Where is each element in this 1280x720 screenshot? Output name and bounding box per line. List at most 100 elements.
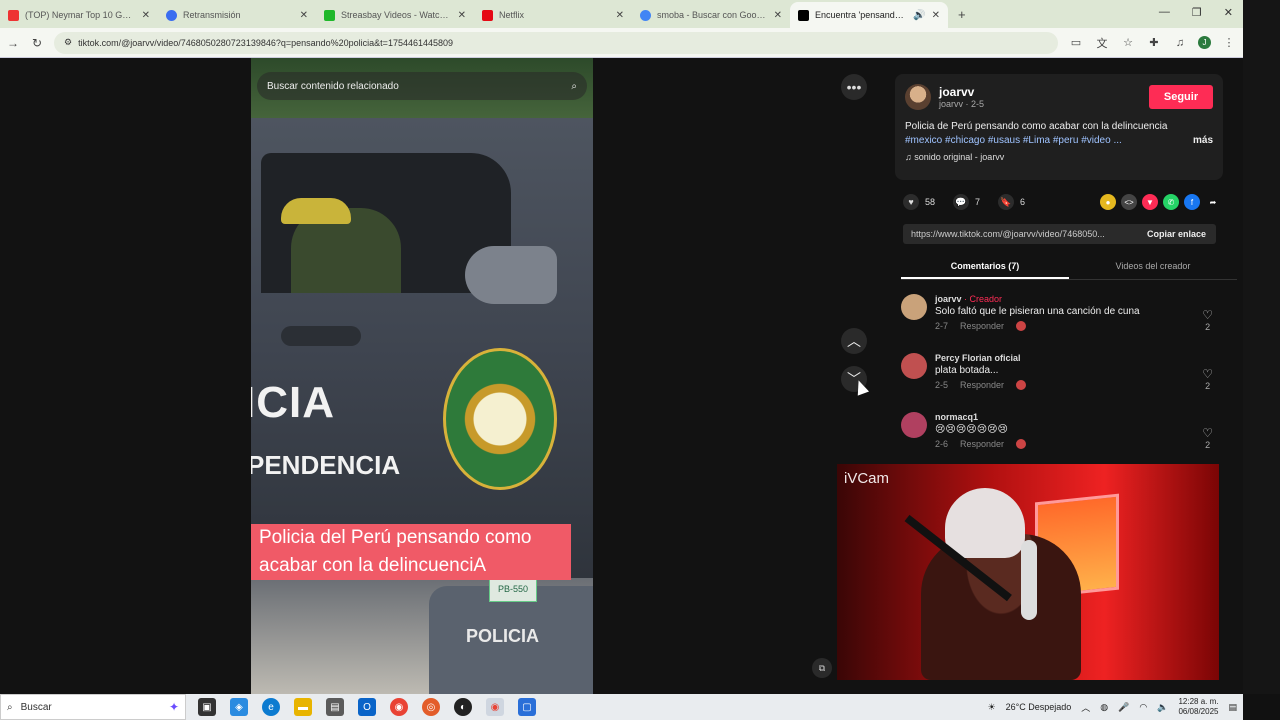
cast-icon[interactable]: ▭ xyxy=(1068,36,1084,49)
comment-text: 😢😢😢😢😢😢😢 xyxy=(935,424,1008,435)
facebook-icon[interactable]: f xyxy=(1184,194,1200,210)
browser-tab-5[interactable]: smoba - Buscar con Google ✕ xyxy=(632,2,790,28)
volume-icon[interactable]: 🔈 xyxy=(1157,702,1168,713)
file-explorer-icon[interactable]: ▬ xyxy=(294,698,312,716)
obs-icon[interactable]: ◐ xyxy=(454,698,472,716)
search-icon[interactable]: ⌕ xyxy=(571,81,577,92)
commenter-name[interactable]: Percy Florian oficial xyxy=(935,353,1021,363)
video-officer-cap xyxy=(281,198,351,224)
store-icon[interactable]: ▤ xyxy=(326,698,344,716)
tab-comments[interactable]: Comentarios (7) xyxy=(901,254,1069,279)
chrome-active-icon[interactable]: ◉ xyxy=(486,698,504,716)
browser-tab-4[interactable]: Netflix ✕ xyxy=(474,2,632,28)
minimize-icon[interactable]: — xyxy=(1159,6,1170,19)
close-tab-icon[interactable]: ✕ xyxy=(616,10,624,21)
reload-icon[interactable]: ↻ xyxy=(30,36,44,50)
comment-icon[interactable]: 💬 xyxy=(953,194,970,210)
browser-tab-6[interactable]: Encuentra 'pensando policia' 🔊 ✕ xyxy=(790,2,948,28)
commenter-name[interactable]: normacq1 xyxy=(935,412,978,422)
screen-edge xyxy=(1243,0,1280,694)
browser-tab-1[interactable]: (TOP) Neymar Top 10 Goals That... ✕ xyxy=(0,2,158,28)
related-search-input[interactable]: Buscar contenido relacionado ⌕ xyxy=(257,72,587,100)
commenter-avatar[interactable] xyxy=(901,412,927,438)
site-info-icon[interactable]: ⚙ xyxy=(64,37,72,48)
creator-avatar[interactable] xyxy=(905,84,931,110)
share-buttons: ● <> ▼ ✆ f ➦ xyxy=(1100,194,1221,210)
coin-icon[interactable]: ● xyxy=(1100,194,1116,210)
copilot-app-icon[interactable]: ◈ xyxy=(230,698,248,716)
edge-icon[interactable]: e xyxy=(262,698,280,716)
more-options-button[interactable]: ••• xyxy=(841,74,867,100)
close-tab-icon[interactable]: ✕ xyxy=(458,10,466,21)
comment-like[interactable]: ♡ 2 xyxy=(1202,308,1213,332)
outlook-icon[interactable]: O xyxy=(358,698,376,716)
close-window-icon[interactable]: ✕ xyxy=(1224,6,1233,19)
browser-tab-2[interactable]: Retransmisión ✕ xyxy=(158,2,316,28)
profile-avatar[interactable]: J xyxy=(1198,36,1211,49)
close-tab-icon[interactable]: ✕ xyxy=(932,10,940,21)
creator-username[interactable]: joarvv xyxy=(939,85,984,99)
close-tab-icon[interactable]: ✕ xyxy=(300,10,308,21)
tab-title: Retransmisión xyxy=(183,10,241,20)
tray-overflow-icon[interactable]: ︿ xyxy=(1081,701,1090,714)
media-control-icon[interactable]: ♫ xyxy=(1172,37,1188,49)
post-hashtags[interactable]: #mexico #chicago #usaus #Lima #peru #vid… xyxy=(905,134,1122,148)
bookmark-star-icon[interactable]: ☆ xyxy=(1120,36,1136,49)
sound-row[interactable]: ♫ sonido original - joarvv xyxy=(905,152,1213,162)
commenter-avatar[interactable] xyxy=(901,353,927,379)
forward-icon[interactable]: → xyxy=(6,36,20,50)
close-tab-icon[interactable]: ✕ xyxy=(142,10,150,21)
commenter-avatar[interactable] xyxy=(901,294,927,320)
speaker-icon[interactable]: 🔊 xyxy=(913,10,925,21)
weather-icon: ☀ xyxy=(987,701,996,712)
url-field[interactable]: ⚙ tiktok.com/@joarvv/video/7468050280723… xyxy=(54,31,1058,54)
camera-icon[interactable]: ◍ xyxy=(1100,702,1108,713)
share-arrow-icon[interactable]: ➦ xyxy=(1205,194,1221,210)
wifi-icon[interactable]: ◠ xyxy=(1139,702,1147,713)
reply-button[interactable]: Responder xyxy=(960,380,1004,390)
video-link[interactable]: https://www.tiktok.com/@joarvv/video/746… xyxy=(911,229,1137,239)
translate-icon[interactable]: 文 xyxy=(1094,35,1110,51)
task-view-icon[interactable]: ▣ xyxy=(198,698,216,716)
embed-icon[interactable]: <> xyxy=(1121,194,1137,210)
whatsapp-icon[interactable]: ✆ xyxy=(1163,194,1179,210)
comment-like[interactable]: ♡ 2 xyxy=(1202,426,1213,450)
browser-tab-3[interactable]: Streasbay Videos - Watch Onli... ✕ xyxy=(316,2,474,28)
extensions-icon[interactable]: ✚ xyxy=(1146,36,1162,49)
google-icon xyxy=(640,9,651,21)
weather-text[interactable]: 26°C Despejado xyxy=(1006,702,1072,712)
comment-like[interactable]: ♡ 2 xyxy=(1202,367,1213,391)
close-tab-icon[interactable]: ✕ xyxy=(774,10,782,21)
address-bar-row: → ↻ ⚙ tiktok.com/@joarvv/video/746805028… xyxy=(0,28,1243,58)
previous-video-button[interactable]: ︿ xyxy=(841,328,867,354)
copilot-icon[interactable]: ✦ xyxy=(169,700,185,714)
taskbar-search[interactable]: ⌕ Buscar ✦ xyxy=(0,694,186,720)
copy-link-button[interactable]: Copiar enlace xyxy=(1137,229,1216,239)
chrome-icon[interactable]: ◉ xyxy=(390,698,408,716)
video-scene-text: ICIA xyxy=(251,378,335,427)
reply-button[interactable]: Responder xyxy=(960,321,1004,331)
ivcam-app-icon[interactable]: ▢ xyxy=(518,698,536,716)
clock[interactable]: 12:28 a. m. 06/08/2025 xyxy=(1178,697,1218,717)
more-description-button[interactable]: más xyxy=(1193,134,1213,148)
follow-button[interactable]: Seguir xyxy=(1149,85,1213,109)
new-tab-button[interactable]: + xyxy=(948,7,976,28)
video-scene-text: POLICIA xyxy=(466,626,540,646)
creator-subline: joarvv · 2-5 xyxy=(939,99,985,109)
maximize-icon[interactable]: ❐ xyxy=(1192,6,1202,19)
video-player[interactable]: ICIA PENDENCIA PB-550 POLICIA Buscar con… xyxy=(251,58,593,694)
send-icon[interactable]: ▼ xyxy=(1142,194,1158,210)
comment-item: Percy Florian oficial plata botada... 2-… xyxy=(901,353,1221,412)
tab-title: Streasbay Videos - Watch Onli... xyxy=(341,10,452,20)
commenter-name[interactable]: joarvv xyxy=(935,294,962,304)
picture-in-picture-icon[interactable]: ⧉ xyxy=(812,658,832,678)
menu-kebab-icon[interactable]: ⋮ xyxy=(1221,36,1237,49)
heart-icon[interactable]: ♥ xyxy=(903,194,919,210)
mic-icon[interactable]: 🎤 xyxy=(1118,702,1129,713)
window-controls: — ❐ ✕ xyxy=(1159,6,1233,19)
tab-creator-videos[interactable]: Videos del creador xyxy=(1069,254,1237,279)
reply-button[interactable]: Responder xyxy=(960,439,1004,449)
bookmark-icon[interactable]: 🔖 xyxy=(998,194,1015,210)
notification-icon[interactable]: ▤ xyxy=(1228,702,1237,713)
app-icon[interactable]: ◎ xyxy=(422,698,440,716)
